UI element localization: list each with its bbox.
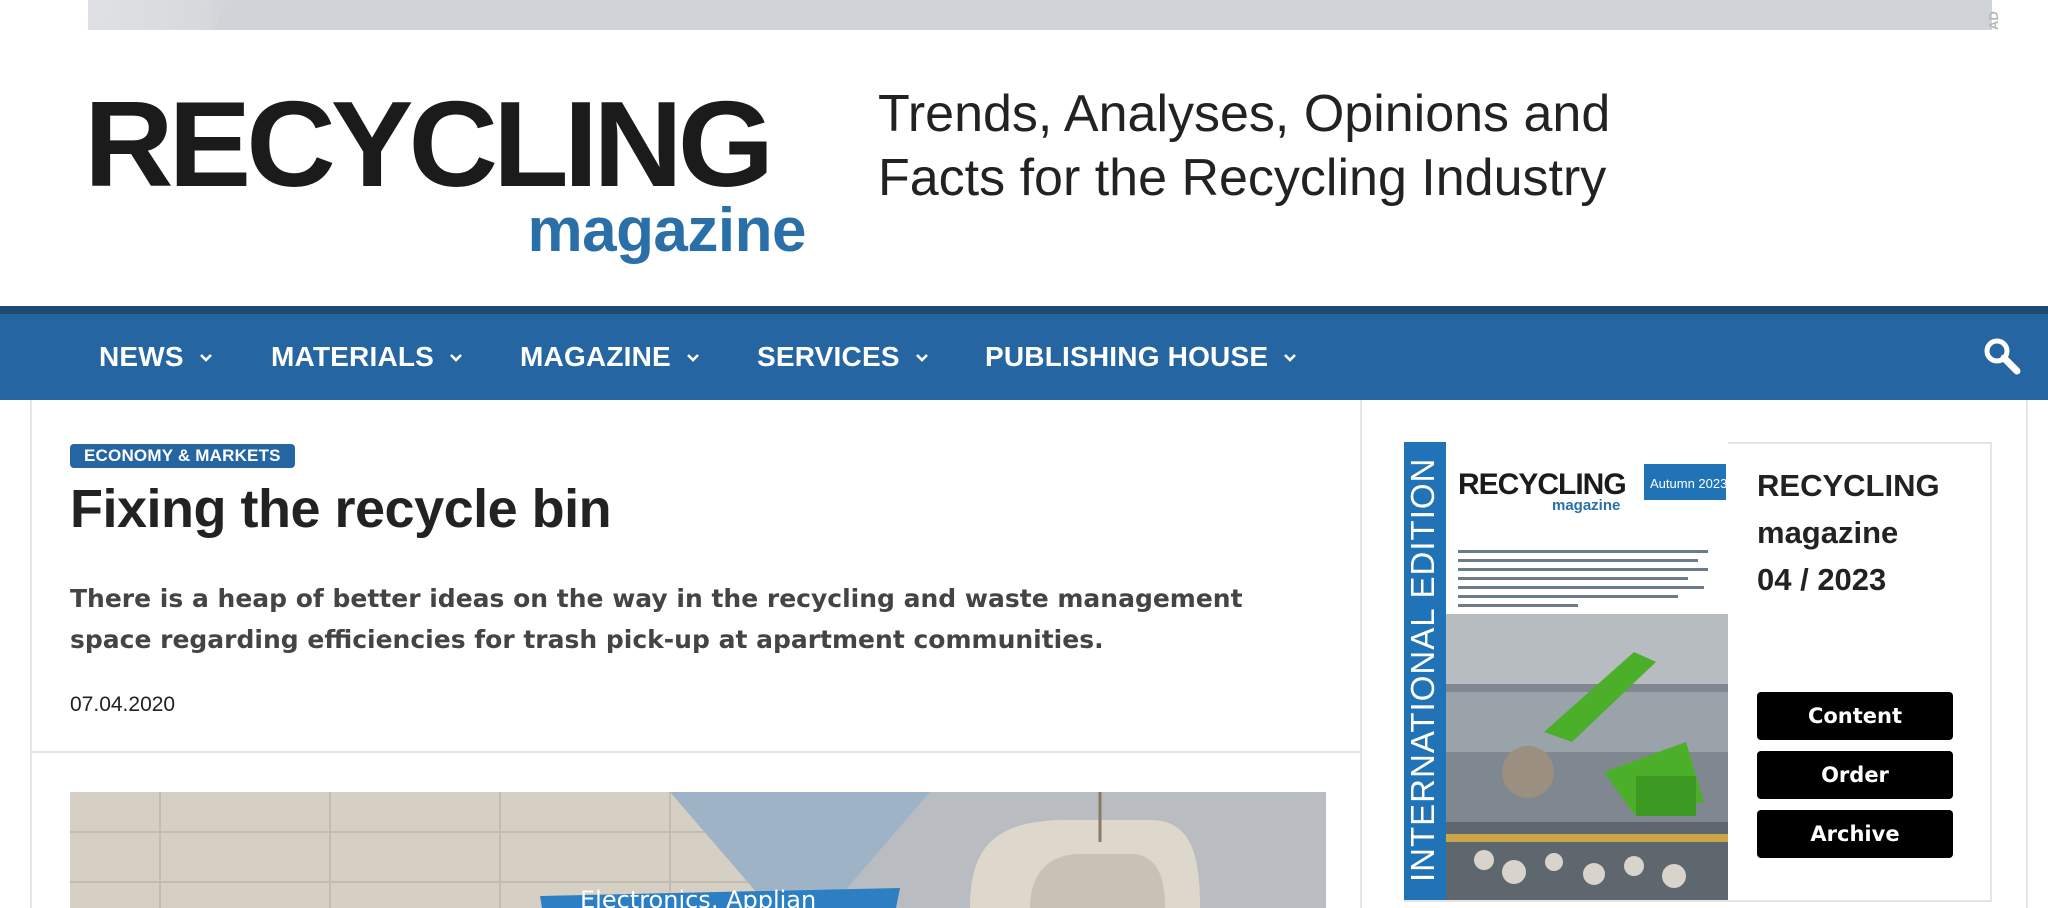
magazine-cover[interactable]: INTERNATIONAL EDITION RECYCLING magazine… bbox=[1404, 442, 1728, 900]
issue-title-line-3: 04 / 2023 bbox=[1757, 562, 1887, 597]
main-navigation: NEWS MATERIALS MAGAZINE SERVICES PUBLISH… bbox=[0, 306, 2048, 400]
nav-item-services[interactable]: SERVICES bbox=[757, 314, 930, 400]
chevron-down-icon bbox=[687, 354, 699, 362]
nav-item-label: NEWS bbox=[99, 341, 184, 372]
site-tagline: Trends, Analyses, Opinions and Facts for… bbox=[878, 82, 1610, 210]
nav-item-news[interactable]: NEWS bbox=[99, 314, 214, 400]
magazine-issue-title: RECYCLING magazine 04 / 2023 bbox=[1757, 462, 1957, 603]
content-button[interactable]: Content bbox=[1757, 692, 1953, 740]
chevron-down-icon bbox=[1284, 354, 1297, 362]
ad-banner[interactable] bbox=[88, 0, 1992, 30]
logo-subtitle: magazine bbox=[527, 196, 806, 265]
logo-wordmark: RECYCLING bbox=[84, 77, 774, 213]
article-image-scene: Electronics, Applian bbox=[70, 792, 1326, 908]
article-date: 07.04.2020 bbox=[70, 693, 176, 716]
chevron-down-icon bbox=[199, 354, 212, 362]
magazine-cover-image: INTERNATIONAL EDITION RECYCLING magazine… bbox=[1404, 442, 1728, 900]
article-title: Fixing the recycle bin bbox=[70, 479, 612, 539]
nav-item-publishing-house[interactable]: PUBLISHING HOUSE bbox=[985, 314, 1298, 400]
cover-season: Autumn 2023 bbox=[1650, 476, 1727, 491]
chevron-down-icon bbox=[915, 354, 928, 362]
nav-item-label: SERVICES bbox=[757, 341, 900, 372]
sidebar-divider bbox=[2026, 400, 2028, 908]
issue-title-line-1: RECYCLING bbox=[1757, 468, 1940, 503]
nav-item-label: MAGAZINE bbox=[520, 341, 671, 372]
article-image: Electronics, Applian bbox=[70, 792, 1326, 908]
sign-text: Electronics, Applian bbox=[580, 886, 816, 908]
nav-item-label: MATERIALS bbox=[271, 341, 435, 372]
ad-label: AD bbox=[1986, 11, 2001, 30]
site-logo[interactable]: RECYCLING magazine bbox=[84, 77, 814, 265]
tagline-line-1: Trends, Analyses, Opinions and bbox=[878, 85, 1611, 143]
search-icon[interactable] bbox=[1982, 336, 2022, 376]
order-button[interactable]: Order bbox=[1757, 751, 1953, 799]
divider bbox=[30, 751, 1362, 753]
cover-logo-sub: magazine bbox=[1552, 497, 1620, 514]
archive-button[interactable]: Archive bbox=[1757, 810, 1953, 858]
cover-edition-text: INTERNATIONAL EDITION bbox=[1404, 458, 1441, 882]
nav-item-label: PUBLISHING HOUSE bbox=[985, 341, 1269, 372]
article-teaser: There is a heap of better ideas on the w… bbox=[70, 584, 1243, 654]
nav-item-materials[interactable]: MATERIALS bbox=[271, 314, 464, 400]
ad-banner-graphic bbox=[88, 0, 228, 30]
issue-title-line-2: magazine bbox=[1757, 515, 1899, 550]
tagline-line-2: Facts for the Recycling Industry bbox=[878, 149, 1607, 207]
nav-item-magazine[interactable]: MAGAZINE bbox=[520, 314, 701, 400]
chevron-down-icon bbox=[450, 354, 462, 362]
category-badge[interactable]: ECONOMY & MARKETS bbox=[70, 444, 295, 468]
